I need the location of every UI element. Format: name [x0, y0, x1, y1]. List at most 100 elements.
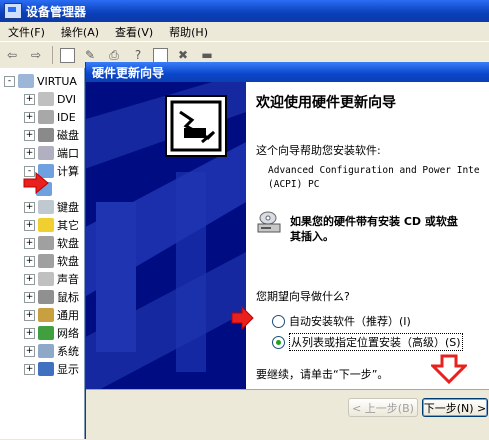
- tree-item-label: DVI: [57, 92, 77, 106]
- tree-item[interactable]: + 声音: [24, 270, 79, 288]
- expander-icon[interactable]: -: [4, 75, 15, 87]
- menu-action[interactable]: 操作(A): [53, 24, 107, 40]
- scan-hardware-icon[interactable]: ✎: [81, 47, 99, 63]
- expander-icon[interactable]: +: [24, 309, 35, 321]
- menu-file[interactable]: 文件(F): [0, 24, 53, 40]
- tree-item[interactable]: + 软盘: [24, 234, 79, 252]
- forward-arrow-icon[interactable]: ⇨: [27, 47, 45, 63]
- device-category-icon: [38, 146, 54, 160]
- radio-manual-install[interactable]: [272, 335, 285, 349]
- device-category-icon: [38, 92, 54, 106]
- option-auto-install-label: 自动安装软件（推荐）(I): [289, 315, 411, 328]
- tree-item-label: 键盘: [57, 201, 79, 214]
- tree-item[interactable]: + DVI: [24, 90, 76, 108]
- tree-item[interactable]: + 端口: [24, 144, 79, 162]
- device-category-icon: [38, 128, 54, 142]
- hardware-update-wizard: 硬件更新向导 欢迎使用硬件更新向导 这个向导帮助您安装软件: Advanced …: [85, 62, 489, 440]
- cd-drive-icon: [257, 211, 281, 233]
- uninstall-icon[interactable]: ✖: [174, 47, 192, 63]
- tree-item[interactable]: + 磁盘: [24, 126, 79, 144]
- tree-item-label: 声音: [57, 273, 79, 286]
- tree-item[interactable]: + 显示: [24, 360, 79, 378]
- device-category-icon: [38, 236, 54, 250]
- tree-item-label: 系统: [57, 345, 79, 358]
- expander-icon[interactable]: +: [24, 291, 35, 303]
- expander-icon[interactable]: +: [24, 363, 35, 375]
- expander-icon[interactable]: +: [24, 273, 35, 285]
- tree-item[interactable]: + 软盘: [24, 252, 79, 270]
- next-button[interactable]: 下一步(N) >: [422, 398, 488, 417]
- wizard-button-bar: < 上一步(B) 下一步(N) >: [86, 389, 489, 440]
- annotation-arrow-down-icon: [431, 354, 467, 384]
- wizard-question: 您期望向导做什么?: [256, 290, 350, 303]
- device-category-icon: [38, 272, 54, 286]
- wizard-heading: 欢迎使用硬件更新向导: [256, 95, 396, 111]
- expander-icon[interactable]: +: [24, 111, 35, 123]
- expander-icon[interactable]: +: [24, 255, 35, 267]
- tree-item[interactable]: + 网络: [24, 324, 79, 342]
- back-button[interactable]: < 上一步(B): [348, 398, 418, 417]
- expander-icon[interactable]: +: [24, 237, 35, 249]
- expander-icon[interactable]: +: [24, 129, 35, 141]
- option-manual-install-label: 从列表或指定位置安装（高级）(S): [289, 333, 463, 351]
- wizard-titlebar[interactable]: 硬件更新向导: [86, 62, 489, 82]
- expander-icon[interactable]: +: [24, 327, 35, 339]
- tree-item[interactable]: + 系统: [24, 342, 79, 360]
- device-category-icon: [38, 200, 54, 214]
- tree-item-label: 网络: [57, 327, 79, 340]
- option-auto-install[interactable]: 自动安装软件（推荐）(I): [272, 313, 411, 329]
- help-icon[interactable]: ?: [129, 47, 147, 63]
- radio-auto-install[interactable]: [272, 314, 285, 328]
- hardware-icon[interactable]: ▬: [198, 47, 216, 63]
- properties-icon[interactable]: [60, 47, 75, 63]
- tree-item-label: 鼠标: [57, 291, 79, 304]
- print-icon[interactable]: ⎙: [105, 47, 123, 63]
- expander-icon[interactable]: +: [24, 219, 35, 231]
- device-category-icon: [38, 218, 54, 232]
- tree-root[interactable]: - VIRTUA: [4, 72, 77, 90]
- device-manager-title: 设备管理器: [26, 4, 87, 19]
- tree-item-label: 其它: [57, 219, 79, 232]
- device-category-icon: [38, 344, 54, 358]
- tree-item-label: 计算: [57, 165, 79, 178]
- computer-icon: [18, 74, 34, 88]
- menu-help[interactable]: 帮助(H): [161, 24, 216, 40]
- option-manual-install[interactable]: 从列表或指定位置安装（高级）(S): [272, 333, 463, 351]
- device-manager-icon: [4, 3, 22, 19]
- tree-item[interactable]: + IDE: [24, 108, 76, 126]
- expander-icon[interactable]: +: [24, 345, 35, 357]
- tree-item-label: 显示: [57, 363, 79, 376]
- device-category-icon: [38, 362, 54, 376]
- continue-instruction: 要继续，请单击“下一步”。: [256, 368, 389, 381]
- tree-item[interactable]: + 键盘: [24, 198, 79, 216]
- hardware-banner-icon: [86, 82, 246, 389]
- cd-hint: 如果您的硬件带有安装 CD 或软盘 其插入。: [290, 215, 458, 243]
- wizard-intro: 这个向导帮助您安装软件:: [256, 144, 381, 157]
- device-category-icon: [38, 254, 54, 268]
- menu-view[interactable]: 查看(V): [107, 24, 161, 40]
- tree-item[interactable]: + 通用: [24, 306, 79, 324]
- device-category-icon: [38, 290, 54, 304]
- wizard-banner: [86, 82, 246, 389]
- device-category-icon: [38, 110, 54, 124]
- expander-icon[interactable]: +: [24, 93, 35, 105]
- expander-icon[interactable]: +: [24, 201, 35, 213]
- device-tree: - VIRTUA + DVI + IDE + 磁盘 + 端口 - 计算 + 键盘 + 其它 + 软盘 + 软盘 + 声…: [0, 68, 85, 439]
- tree-item-label: 磁盘: [57, 129, 79, 142]
- tree-root-label: VIRTUA: [37, 74, 77, 88]
- tree-item-label: 软盘: [57, 255, 79, 268]
- device-manager-titlebar[interactable]: 设备管理器: [0, 0, 489, 22]
- wizard-title: 硬件更新向导: [92, 65, 165, 80]
- update-driver-icon[interactable]: [153, 47, 168, 63]
- back-arrow-icon[interactable]: ⇦: [3, 47, 21, 63]
- wizard-content: 欢迎使用硬件更新向导 这个向导帮助您安装软件: Advanced Configu…: [246, 82, 489, 389]
- expander-icon[interactable]: +: [24, 147, 35, 159]
- device-name: Advanced Configuration and Power Inte (A…: [268, 165, 480, 190]
- annotation-arrow-right-icon: [23, 172, 49, 194]
- toolbar-separator: [52, 46, 53, 64]
- menu-bar: 文件(F) 操作(A) 查看(V) 帮助(H): [0, 22, 489, 41]
- device-category-icon: [38, 326, 54, 340]
- tree-item[interactable]: + 其它: [24, 216, 79, 234]
- tree-item[interactable]: + 鼠标: [24, 288, 79, 306]
- tree-item-label: 软盘: [57, 237, 79, 250]
